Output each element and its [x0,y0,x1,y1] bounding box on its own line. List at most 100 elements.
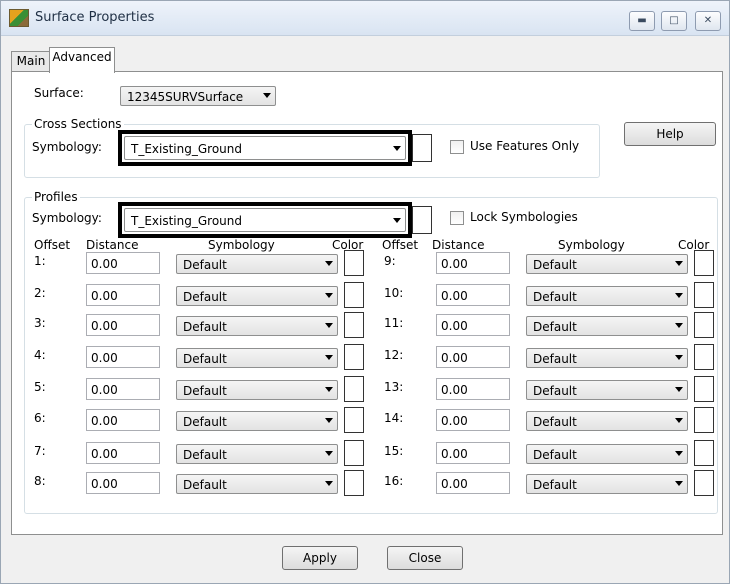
header-distance: Distance [86,238,139,252]
distance-field[interactable]: 0.00 [86,314,160,336]
row-color-swatch[interactable] [344,407,364,433]
row-symbology-dropdown[interactable]: Default [176,444,338,464]
dropdown-arrow-icon [325,261,333,266]
row-symbology-dropdown[interactable]: Default [526,254,688,274]
distance-field[interactable]: 0.00 [86,409,160,431]
offset-number: 9: [384,254,396,268]
row-symbology-value: Default [183,320,227,334]
row-color-swatch[interactable] [344,376,364,402]
header-symbology: Symbology [208,238,275,252]
distance-field[interactable]: 0.00 [436,409,510,431]
row-symbology-dropdown[interactable]: Default [526,474,688,494]
distance-value: 0.00 [441,257,468,271]
header-offset: Offset [382,238,419,252]
cross-sections-color-swatch[interactable] [412,134,432,162]
row-symbology-dropdown[interactable]: Default [176,286,338,306]
tab-main[interactable]: Main [11,51,51,72]
cross-sections-symbology-value: T_Existing_Ground [131,142,242,156]
row-color-swatch[interactable] [694,440,714,466]
row-symbology-dropdown[interactable]: Default [176,348,338,368]
distance-field[interactable]: 0.00 [436,378,510,400]
distance-value: 0.00 [91,351,118,365]
row-symbology-dropdown[interactable]: Default [176,474,338,494]
minimize-icon[interactable]: ▬ [629,11,655,31]
distance-field[interactable]: 0.00 [436,442,510,464]
maximize-icon[interactable]: □ [661,11,687,31]
distance-value: 0.00 [441,447,468,461]
distance-field[interactable]: 0.00 [436,314,510,336]
header-distance: Distance [432,238,485,252]
offset-number: 5: [34,380,46,394]
distance-field[interactable]: 0.00 [86,252,160,274]
apply-button[interactable]: Apply [282,546,358,570]
use-features-only-checkbox[interactable] [450,140,464,154]
distance-value: 0.00 [91,447,118,461]
dropdown-arrow-icon [675,418,683,423]
distance-field[interactable]: 0.00 [436,472,510,494]
distance-field[interactable]: 0.00 [86,472,160,494]
row-symbology-dropdown[interactable]: Default [526,380,688,400]
distance-value: 0.00 [91,257,118,271]
dropdown-arrow-icon [325,387,333,392]
row-symbology-value: Default [533,384,577,398]
row-color-swatch[interactable] [694,470,714,496]
row-symbology-value: Default [183,448,227,462]
distance-field[interactable]: 0.00 [86,378,160,400]
offset-number: 11: [384,316,404,330]
distance-field[interactable]: 0.00 [436,346,510,368]
row-symbology-dropdown[interactable]: Default [526,411,688,431]
surface-dropdown[interactable]: 12345SURVSurface [120,86,276,106]
tab-advanced[interactable]: Advanced [49,47,115,73]
surface-app-icon [9,9,29,27]
distance-value: 0.00 [91,289,118,303]
distance-field[interactable]: 0.00 [86,284,160,306]
lock-symbologies-label: Lock Symbologies [470,210,578,224]
close-button[interactable]: Close [387,546,463,570]
dropdown-arrow-icon [393,218,401,223]
row-color-swatch[interactable] [344,282,364,308]
dropdown-arrow-icon [675,387,683,392]
row-color-swatch[interactable] [694,250,714,276]
profiles-color-swatch[interactable] [412,206,432,234]
offset-number: 15: [384,444,404,458]
row-symbology-dropdown[interactable]: Default [526,348,688,368]
offset-number: 7: [34,444,46,458]
row-symbology-dropdown[interactable]: Default [176,254,338,274]
row-symbology-dropdown[interactable]: Default [176,316,338,336]
row-symbology-dropdown[interactable]: Default [526,316,688,336]
row-color-swatch[interactable] [694,282,714,308]
row-symbology-dropdown[interactable]: Default [176,380,338,400]
row-color-swatch[interactable] [694,312,714,338]
row-color-swatch[interactable] [344,312,364,338]
header-offset: Offset [34,238,71,252]
row-symbology-value: Default [533,415,577,429]
lock-symbologies-checkbox[interactable] [450,211,464,225]
dropdown-arrow-icon [325,293,333,298]
row-color-swatch[interactable] [694,344,714,370]
dropdown-arrow-icon [675,293,683,298]
distance-field[interactable]: 0.00 [436,284,510,306]
dropdown-arrow-icon [263,93,271,98]
row-symbology-dropdown[interactable]: Default [526,444,688,464]
row-symbology-dropdown[interactable]: Default [176,411,338,431]
profiles-symbology-dropdown[interactable]: T_Existing_Ground [124,208,406,232]
row-color-swatch[interactable] [694,376,714,402]
use-features-only-label: Use Features Only [470,139,580,153]
row-color-swatch[interactable] [344,250,364,276]
close-icon[interactable]: ✕ [695,11,721,31]
distance-field[interactable]: 0.00 [86,346,160,368]
help-button[interactable]: Help [624,122,716,146]
row-color-swatch[interactable] [694,407,714,433]
distance-value: 0.00 [441,289,468,303]
row-color-swatch[interactable] [344,470,364,496]
distance-field[interactable]: 0.00 [436,252,510,274]
profiles-symbology-label: Symbology: [32,211,102,225]
row-symbology-dropdown[interactable]: Default [526,286,688,306]
row-color-swatch[interactable] [344,344,364,370]
dropdown-arrow-icon [325,418,333,423]
row-symbology-value: Default [183,415,227,429]
row-color-swatch[interactable] [344,440,364,466]
distance-field[interactable]: 0.00 [86,442,160,464]
cross-sections-symbology-dropdown[interactable]: T_Existing_Ground [124,136,406,160]
profiles-title: Profiles [32,190,80,204]
